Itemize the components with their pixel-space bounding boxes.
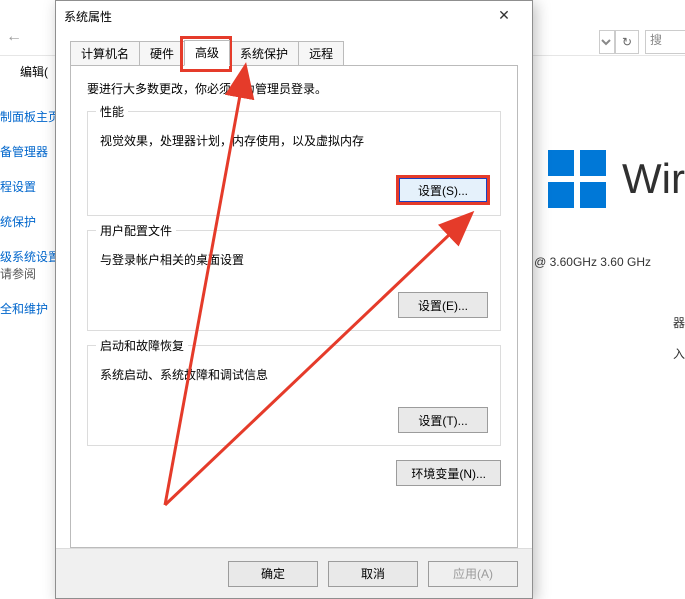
sidebar-link[interactable]: 统保护 — [0, 213, 52, 230]
edit-menu[interactable]: 编辑( — [20, 63, 48, 80]
right-cropped-labels: 器 入 — [673, 300, 685, 362]
tab-hardware[interactable]: 硬件 — [139, 41, 185, 66]
user-profiles-settings-button[interactable]: 设置(E)... — [398, 292, 488, 318]
environment-variables-button[interactable]: 环境变量(N)... — [396, 460, 501, 486]
ok-button[interactable]: 确定 — [228, 561, 318, 587]
dialog-action-bar: 确定 取消 应用(A) — [56, 548, 532, 598]
user-profiles-group: 用户配置文件 与登录帐户相关的桌面设置 设置(E)... — [87, 230, 501, 331]
tab-computer-name[interactable]: 计算机名 — [70, 41, 140, 66]
startup-recovery-settings-button[interactable]: 设置(T)... — [398, 407, 488, 433]
performance-legend: 性能 — [96, 103, 128, 120]
windows-logo-icon — [548, 150, 606, 208]
system-properties-dialog: 系统属性 ✕ 计算机名 硬件 高级 系统保护 远程 要进行大多数更改，你必须作为… — [55, 0, 533, 599]
sidebar-link[interactable]: 级系统设置 — [0, 248, 52, 265]
admin-intro-text: 要进行大多数更改，你必须作为管理员登录。 — [87, 80, 501, 97]
performance-settings-button[interactable]: 设置(S)... — [398, 177, 488, 203]
windows-text: Wir — [622, 155, 685, 203]
advanced-tab-page: 要进行大多数更改，你必须作为管理员登录。 性能 视觉效果，处理器计划，内存使用，… — [70, 65, 518, 548]
tab-remote[interactable]: 远程 — [298, 41, 344, 66]
tab-advanced[interactable]: 高级 — [184, 40, 230, 66]
startup-recovery-desc: 系统启动、系统故障和调试信息 — [100, 366, 488, 383]
search-input[interactable]: 搜 — [645, 30, 685, 54]
apply-button: 应用(A) — [428, 561, 518, 587]
sidebar-link[interactable]: 程设置 — [0, 178, 52, 195]
performance-group: 性能 视觉效果，处理器计划，内存使用，以及虚拟内存 设置(S)... — [87, 111, 501, 216]
sidebar: 制面板主页 备管理器 程设置 统保护 级系统设置 请参阅 全和维护 — [0, 90, 52, 317]
sidebar-link[interactable]: 制面板主页 — [0, 108, 52, 125]
see-also-header: 请参阅 — [0, 267, 36, 281]
cpu-speed-label: @ 3.60GHz 3.60 GHz — [534, 255, 651, 269]
user-profiles-legend: 用户配置文件 — [96, 222, 176, 239]
back-arrow-icon[interactable]: ← — [6, 28, 22, 46]
windows-brand: Wir — [548, 150, 685, 208]
refresh-icon[interactable]: ↻ — [615, 30, 639, 54]
user-profiles-desc: 与登录帐户相关的桌面设置 — [100, 251, 488, 268]
address-dropdown[interactable] — [599, 30, 615, 54]
sidebar-link[interactable]: 全和维护 — [0, 300, 52, 317]
tab-strip: 计算机名 硬件 高级 系统保护 远程 — [70, 41, 518, 65]
tab-system-protection[interactable]: 系统保护 — [229, 41, 299, 66]
cancel-button[interactable]: 取消 — [328, 561, 418, 587]
sidebar-link[interactable]: 备管理器 — [0, 143, 52, 160]
close-icon[interactable]: ✕ — [484, 2, 524, 30]
performance-desc: 视觉效果，处理器计划，内存使用，以及虚拟内存 — [100, 132, 488, 149]
startup-recovery-group: 启动和故障恢复 系统启动、系统故障和调试信息 设置(T)... — [87, 345, 501, 446]
titlebar: 系统属性 ✕ — [56, 1, 532, 31]
startup-recovery-legend: 启动和故障恢复 — [96, 337, 188, 354]
dialog-title: 系统属性 — [64, 8, 484, 25]
